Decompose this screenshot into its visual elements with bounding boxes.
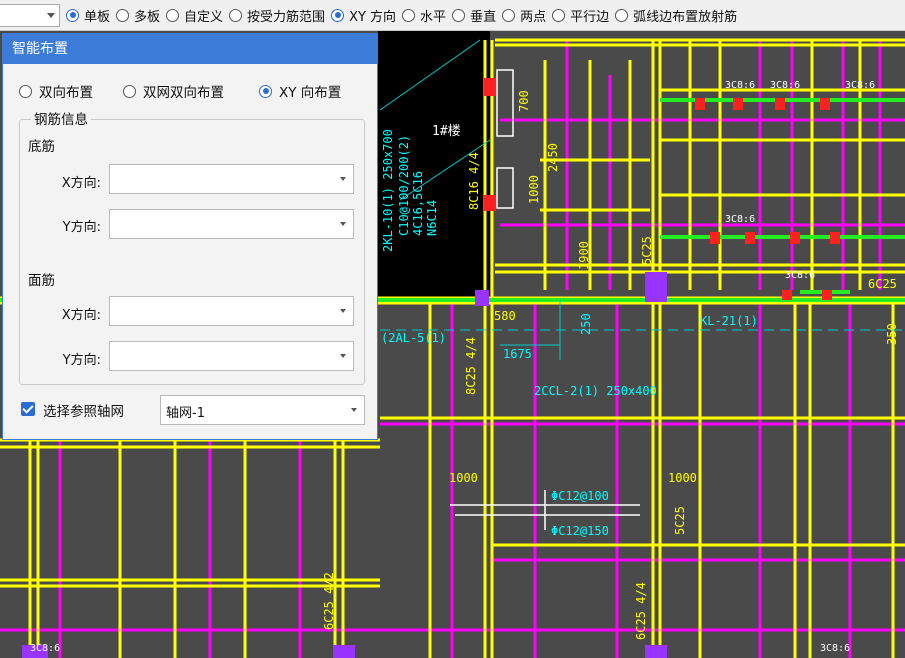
beam-label: 2CCL-2(1) 250x400 — [534, 384, 657, 398]
stirrup-tag: 3C8:6 — [785, 270, 815, 281]
option-label: XY 方向 — [349, 9, 397, 25]
radio-icon — [166, 8, 180, 22]
radio-icon — [116, 8, 130, 22]
option-custom[interactable]: 自定义 — [166, 6, 223, 25]
dimension-value: 1000 — [668, 471, 697, 485]
bottom-y-select[interactable] — [109, 209, 354, 239]
rebar-label: 8C16 4/4 — [467, 152, 481, 210]
stirrup-tag: 3C8:6 — [770, 80, 800, 91]
radio-icon — [402, 8, 416, 22]
option-multi-board[interactable]: 多板 — [116, 6, 160, 25]
rebar-label: 5C25 — [673, 506, 687, 535]
stirrup-tag: 3C8:6 — [845, 80, 875, 91]
slab-rebar-label: ΦC12@100 — [551, 489, 609, 503]
dimension-value: 1900 — [577, 241, 591, 270]
select-value: 轴网-1 — [166, 406, 205, 421]
radio-icon — [552, 8, 566, 22]
rebar-label: 5C25 — [640, 236, 654, 265]
bottom-y-label: Y方向: — [62, 220, 101, 235]
radio-icon — [615, 8, 629, 22]
option-label: 自定义 — [184, 9, 224, 25]
option-horizontal[interactable]: 水平 — [402, 6, 446, 25]
chevron-down-icon — [351, 408, 357, 412]
beam-label: KL-21(1) — [700, 314, 758, 328]
radio-icon — [229, 8, 243, 22]
rebar-label: 6C25 4/4 — [634, 582, 648, 640]
dimension-value: 580 — [494, 309, 516, 323]
stirrup-tag: 3C8:6 — [820, 643, 850, 654]
option-by-bar-range[interactable]: 按受力筋范围 — [229, 6, 325, 25]
option-label: 垂直 — [470, 9, 497, 25]
radio-icon — [502, 8, 516, 22]
mode-label: 双网双向布置 — [143, 85, 224, 101]
top-bar-heading: 面筋 — [28, 273, 55, 289]
option-label: 按受力筋范围 — [247, 9, 326, 25]
radio-icon — [19, 84, 32, 98]
dimension-value: 1675 — [503, 347, 532, 361]
slab-rebar-label: ΦC12@150 — [551, 524, 609, 538]
radio-icon — [123, 84, 136, 98]
arrangement-toolbar: 单板 多板 自定义 按受力筋范围 XY 方向 水平 垂直 两点 平行边 弧线边布… — [0, 0, 905, 31]
chevron-down-icon — [340, 177, 346, 181]
ref-axis-select[interactable]: 轴网-1 — [160, 395, 365, 425]
dimension-value: 1000 — [527, 175, 541, 204]
rebar-label: 4C16,5C16 — [411, 171, 425, 236]
option-label: 弧线边布置放射筋 — [633, 9, 738, 25]
option-label: 单板 — [84, 9, 111, 25]
radio-icon — [66, 8, 79, 22]
waist-bar-label: N6C14 — [425, 200, 439, 236]
chevron-down-icon — [340, 354, 346, 358]
option-single-board[interactable]: 单板 — [66, 6, 110, 25]
dimension-value: 1000 — [449, 471, 478, 485]
dialog-title: 智能布置 — [3, 34, 377, 64]
option-xy-direction[interactable]: XY 方向 — [331, 6, 396, 25]
option-label: 多板 — [134, 9, 161, 25]
smart-layout-dialog: 智能布置 双向布置 双网双向布置 XY 向布置 钢筋信息 底筋 X方向: Y方向… — [2, 33, 378, 440]
rebar-label: 6C25 — [868, 277, 897, 291]
rebar-label: 6C25 4/2 — [322, 572, 336, 630]
ref-axis-checkbox-label[interactable]: 选择参照轴网 — [43, 400, 124, 420]
option-label: 平行边 — [570, 9, 610, 25]
chevron-down-icon — [340, 222, 346, 226]
ref-axis-checkbox[interactable] — [21, 402, 35, 416]
top-y-label: Y方向: — [62, 353, 101, 368]
beam-label: 2KL-10(1) 250x700 — [381, 129, 395, 252]
stirrup-label: C10@100/200(2) — [397, 135, 411, 236]
mode-double-net-two-way[interactable]: 双网双向布置 — [123, 81, 224, 101]
stirrup-tag: 3C8:6 — [725, 80, 755, 91]
bottom-x-label: X方向: — [61, 176, 101, 191]
mode-label: 双向布置 — [39, 85, 93, 101]
rebar-label: 8C25 4/4 — [464, 337, 478, 395]
dimension-value: 700 — [517, 90, 531, 112]
option-label: 水平 — [420, 9, 447, 25]
option-vertical[interactable]: 垂直 — [452, 6, 496, 25]
radio-icon — [259, 84, 272, 98]
option-arc-radial[interactable]: 弧线边布置放射筋 — [615, 6, 737, 25]
top-x-select[interactable] — [109, 296, 354, 326]
building-label: 1#楼 — [432, 124, 461, 139]
mode-two-way[interactable]: 双向布置 — [19, 81, 93, 101]
option-parallel-edge[interactable]: 平行边 — [552, 6, 609, 25]
bottom-x-select[interactable] — [109, 164, 354, 194]
beam-label: (2AL-5(1) — [381, 331, 446, 345]
dimension-value: 350 — [885, 323, 899, 345]
radio-icon — [331, 8, 345, 22]
option-two-points[interactable]: 两点 — [502, 6, 546, 25]
chevron-down-icon — [47, 12, 55, 18]
stirrup-tag: 3C8:6 — [725, 214, 755, 225]
mode-xy[interactable]: XY 向布置 — [259, 81, 341, 101]
top-y-select[interactable] — [109, 341, 354, 371]
chevron-down-icon — [340, 309, 346, 313]
stirrup-tag: 3C8:6 — [30, 643, 60, 654]
mode-label: XY 向布置 — [279, 85, 342, 101]
toolbar-combo[interactable] — [0, 3, 60, 27]
top-x-label: X方向: — [61, 308, 101, 323]
group-title: 钢筋信息 — [31, 108, 91, 128]
bottom-bar-heading: 底筋 — [28, 139, 55, 155]
dimension-value: 2450 — [546, 143, 560, 172]
dimension-value: 250 — [579, 313, 593, 335]
radio-icon — [452, 8, 466, 22]
option-label: 两点 — [520, 9, 547, 25]
